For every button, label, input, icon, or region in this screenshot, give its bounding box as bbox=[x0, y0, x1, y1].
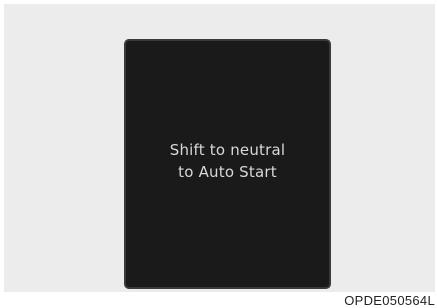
illustration-panel: Shift to neutral to Auto Start bbox=[4, 4, 435, 292]
message-line-1: Shift to neutral bbox=[169, 141, 286, 159]
cluster-display-screen: Shift to neutral to Auto Start bbox=[124, 39, 331, 289]
message-line-2: to Auto Start bbox=[178, 163, 277, 181]
figure-code: OPDE050564L bbox=[344, 293, 435, 308]
display-message: Shift to neutral to Auto Start bbox=[170, 139, 286, 183]
